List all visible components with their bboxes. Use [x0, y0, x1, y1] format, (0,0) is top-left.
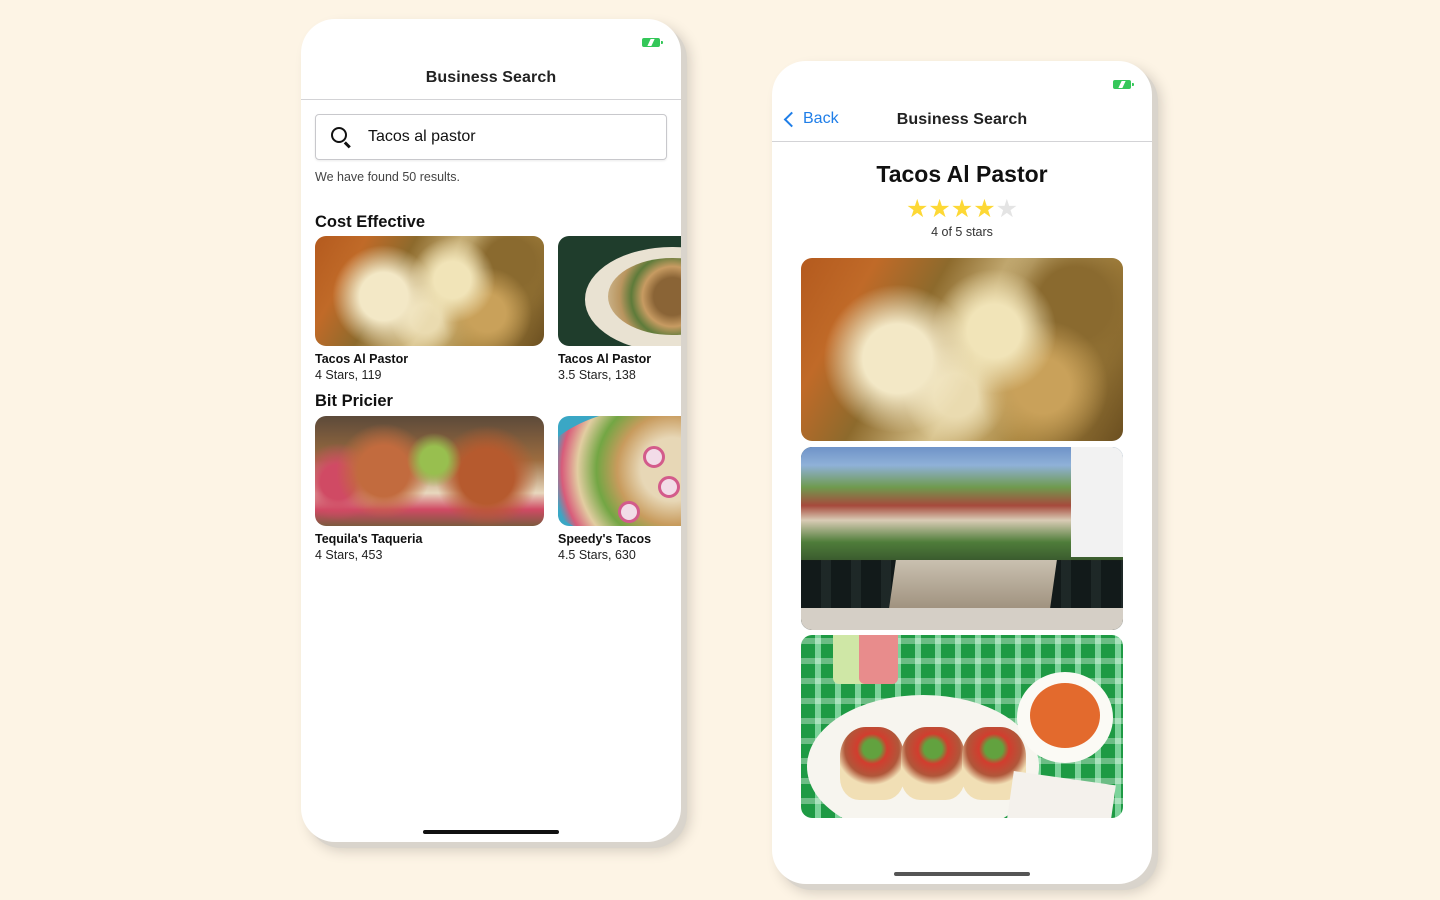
nav-title: Business Search: [896, 111, 1028, 128]
business-name: Tacos Al Pastor: [315, 352, 409, 366]
star-filled-icon: ★: [950, 195, 974, 223]
business-card[interactable]: Tacos Al Pastor 4 Stars, 119: [315, 236, 544, 382]
cost-effective-row[interactable]: Tacos Al Pastor 4 Stars, 119 Tacos Al Pa…: [315, 236, 681, 382]
star-filled-icon: ★: [928, 195, 951, 223]
business-card[interactable]: Speedy's Tacos 4.5 Stars, 630: [558, 416, 681, 562]
business-title: Tacos Al Pastor: [876, 161, 1048, 187]
bit-pricier-row[interactable]: Tequila's Taqueria 4 Stars, 453 Speedy's…: [315, 416, 681, 562]
business-rating-reviews: 4 Stars, 453: [315, 548, 383, 562]
business-rating-reviews: 4.5 Stars, 630: [558, 548, 636, 562]
business-photo[interactable]: [801, 447, 1123, 630]
business-name: Tacos Al Pastor: [558, 352, 652, 366]
business-photo: [315, 416, 544, 526]
navigation-bar: Business Search: [301, 59, 681, 100]
business-photo: [315, 236, 544, 346]
home-indicator[interactable]: [423, 830, 559, 834]
battery-icon: [1113, 80, 1134, 89]
business-detail-screen: Back Business Search Tacos Al Pastor ★ ★ ★…: [772, 61, 1152, 884]
business-rating-reviews: 3.5 Stars, 138: [558, 368, 636, 382]
search-screen: Business Search We have found 50 results…: [301, 19, 681, 842]
battery-icon: [642, 38, 663, 47]
section-title-cost-effective: Cost Effective: [315, 213, 426, 231]
home-indicator[interactable]: [894, 872, 1030, 876]
navigation-bar: Back Business Search: [772, 101, 1152, 142]
business-card[interactable]: Tacos Al Pastor 3.5 Stars, 138: [558, 236, 681, 382]
business-photo: [558, 236, 681, 346]
business-photo: [558, 416, 681, 526]
business-name: Tequila's Taqueria: [315, 532, 423, 546]
search-icon: [330, 126, 352, 149]
search-bar[interactable]: [315, 114, 667, 160]
nav-title: Business Search: [425, 69, 557, 86]
business-card[interactable]: Tequila's Taqueria 4 Stars, 453: [315, 416, 544, 562]
star-rating: ★ ★ ★ ★ ★: [772, 196, 1152, 222]
star-filled-icon: ★: [973, 195, 996, 223]
business-rating-reviews: 4 Stars, 119: [315, 368, 382, 382]
rating-text: 4 of 5 stars: [931, 225, 993, 239]
business-photo[interactable]: [801, 258, 1123, 441]
business-photo[interactable]: [801, 635, 1123, 818]
star-filled-icon: ★: [905, 195, 929, 223]
section-title-bit-pricier: Bit Pricier: [315, 392, 393, 410]
search-input[interactable]: [368, 128, 648, 146]
results-count: We have found 50 results.: [315, 170, 460, 184]
business-name: Speedy's Tacos: [558, 532, 652, 546]
star-empty-icon: ★: [995, 195, 1019, 223]
